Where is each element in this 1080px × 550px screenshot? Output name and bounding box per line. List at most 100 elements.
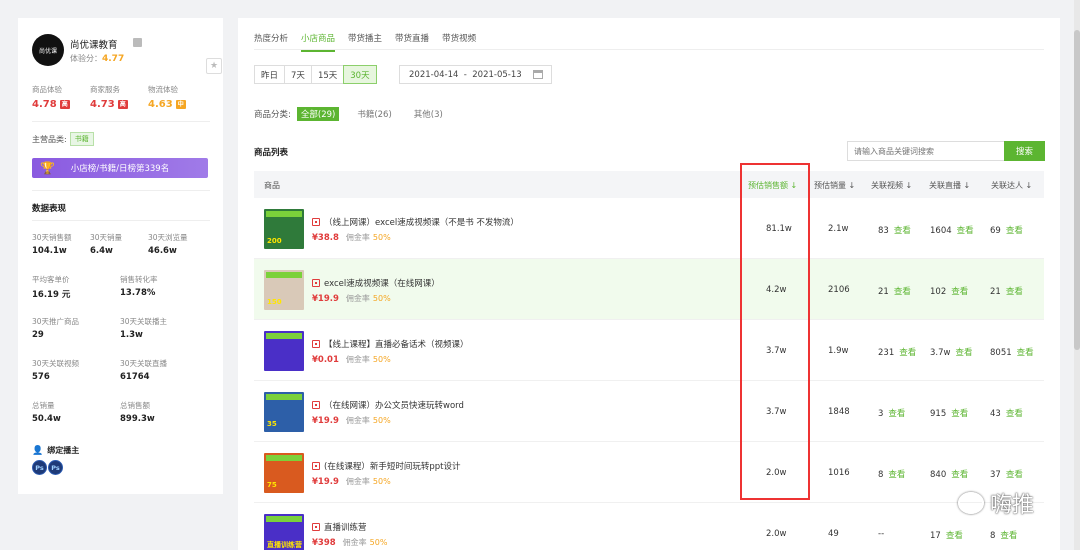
view-videos-link[interactable]: 查看: [894, 226, 911, 236]
date-range-picker[interactable]: 2021-04-14 - 2021-05-13: [399, 65, 552, 84]
exp-service: 商家服务 4.73 高: [90, 85, 128, 110]
videos-cell: 83 查看: [878, 226, 911, 236]
table-row[interactable]: 150 excel速成视频课（在线网课） ¥19.9 佣金率 50% 4.2w 2106 21…: [254, 259, 1044, 320]
view-lives-link[interactable]: 查看: [951, 287, 968, 297]
view-talents-link[interactable]: 查看: [1006, 409, 1023, 419]
user-icon: 👤: [32, 445, 44, 456]
stat-item: 30天销售额 104.1w: [32, 233, 72, 256]
product-thumbnail[interactable]: 150: [264, 270, 304, 310]
videos-cell: 3 查看: [878, 409, 906, 419]
product-thumbnail[interactable]: 直播训练营: [264, 514, 304, 550]
product-name[interactable]: excel速成视频课（在线网课）: [312, 277, 440, 289]
lives-cell: 840 查看: [930, 470, 969, 480]
product-thumbnail[interactable]: [264, 331, 304, 371]
product-name[interactable]: 【线上课程】直播必备话术（视频课）: [312, 338, 469, 350]
col-videos[interactable]: 关联视频 ↓: [871, 180, 912, 191]
date-15d-button[interactable]: 15天: [310, 65, 345, 84]
commission-rate: 50%: [372, 233, 391, 242]
scrollbar-thumb[interactable]: [1074, 30, 1080, 350]
view-videos-link[interactable]: 查看: [888, 470, 905, 480]
view-talents-link[interactable]: 查看: [1017, 348, 1034, 358]
view-videos-link[interactable]: 查看: [888, 409, 905, 419]
lives-cell: 1604 查看: [930, 226, 974, 236]
sales-cell: 2106: [828, 285, 850, 295]
favorite-star-icon[interactable]: ★: [206, 58, 222, 74]
view-talents-link[interactable]: 查看: [1006, 470, 1023, 480]
product-search-input[interactable]: [847, 141, 1005, 161]
product-table: 商品 预估销售额 ↓ 预估销量 ↓ 关联视频 ↓ 关联直播 ↓ 关联达人 ↓ 2…: [254, 171, 1044, 550]
table-row[interactable]: 200 （线上网课）excel速成视频课（不是书 不发物流） ¥38.8 佣金率 50%…: [254, 198, 1044, 259]
product-name[interactable]: （线上网课）excel速成视频课（不是书 不发物流）: [312, 216, 519, 228]
product-name[interactable]: （在线网课）办公文员快速玩转word: [312, 399, 464, 411]
category-all[interactable]: 全部(29): [296, 107, 340, 121]
videos-cell: --: [878, 529, 885, 539]
main-panel: 热度分析 小店商品 带货播主 带货直播 带货视频 昨日 7天 15天 30天 2…: [238, 18, 1060, 550]
sales-cell: 49: [828, 529, 839, 539]
talents-cell: 8051 查看: [990, 348, 1034, 358]
col-talents[interactable]: 关联达人 ↓: [991, 180, 1032, 191]
product-name[interactable]: 直播训练营: [312, 521, 367, 533]
shop-header: 尚优课 尚优课教育 体验分：4.77 ★: [32, 34, 222, 74]
view-lives-link[interactable]: 查看: [951, 409, 968, 419]
product-list-title: 商品列表: [254, 148, 289, 158]
shop-icon: [312, 279, 320, 287]
commission-rate: 50%: [369, 538, 388, 547]
product-price-line: ¥19.9 佣金率 50%: [312, 476, 391, 487]
rank-bar[interactable]: 🏆 小店榜/书籍/日榜第339名: [32, 158, 208, 178]
product-price-line: ¥398 佣金率 50%: [312, 537, 388, 548]
view-lives-link[interactable]: 查看: [955, 348, 972, 358]
view-talents-link[interactable]: 查看: [1006, 287, 1023, 297]
category-other[interactable]: 其他(3): [410, 107, 447, 121]
calendar-icon: [533, 70, 543, 79]
stat-item: 30天浏览量 46.6w: [148, 233, 188, 256]
bind-anchor-title: 👤 绑定播主: [32, 445, 80, 456]
view-videos-link[interactable]: 查看: [899, 348, 916, 358]
main-category: 主营品类: 书籍: [32, 132, 94, 146]
divider: [32, 190, 210, 191]
view-talents-link[interactable]: 查看: [1000, 531, 1017, 541]
sales-amount-cell: 2.0w: [766, 529, 787, 539]
table-row[interactable]: 75 (在线课程）新手短时间玩转ppt设计 ¥19.9 佣金率 50% 2.0w 1016 8…: [254, 442, 1044, 503]
table-row[interactable]: 35 （在线网课）办公文员快速玩转word ¥19.9 佣金率 50% 3.7w 1848 3…: [254, 381, 1044, 442]
table-row[interactable]: 直播训练营 直播训练营 ¥398 佣金率 50% 2.0w 49 -- 17 查看 8 查看: [254, 503, 1044, 550]
stat-item: 30天关联播主 1.3w: [120, 317, 168, 340]
view-lives-link[interactable]: 查看: [946, 531, 963, 541]
stat-item: 总销售额 899.3w: [120, 401, 155, 424]
score-value: 4.77: [102, 54, 125, 64]
date-yesterday-button[interactable]: 昨日: [254, 65, 286, 84]
videos-cell: 8 查看: [878, 470, 906, 480]
category-books[interactable]: 书籍(26): [353, 107, 395, 121]
view-lives-link[interactable]: 查看: [951, 470, 968, 480]
date-30d-button[interactable]: 30天: [343, 65, 377, 84]
commission-rate: 50%: [372, 416, 391, 425]
search-button[interactable]: 搜索: [1004, 141, 1045, 161]
shop-icon: [312, 523, 320, 531]
anchor-avatar[interactable]: Ps: [32, 460, 47, 475]
product-price-line: ¥19.9 佣金率 50%: [312, 415, 391, 426]
exp-product: 商品体验 4.78 高: [32, 85, 70, 110]
product-price-line: ¥19.9 佣金率 50%: [312, 293, 391, 304]
product-thumbnail[interactable]: 200: [264, 209, 304, 249]
score-line: 体验分：4.77: [70, 54, 125, 64]
product-name[interactable]: (在线课程）新手短时间玩转ppt设计: [312, 460, 460, 472]
shop-name: 尚优课教育: [70, 40, 118, 51]
divider: [32, 220, 210, 221]
shop-icon: [312, 462, 320, 470]
lives-cell: 3.7w 查看: [930, 348, 973, 358]
view-videos-link[interactable]: 查看: [894, 287, 911, 297]
category-filter: 商品分类: 全部(29) 书籍(26) 其他(3): [254, 107, 455, 121]
col-sales[interactable]: 预估销量 ↓: [814, 180, 855, 191]
product-thumbnail[interactable]: 75: [264, 453, 304, 493]
date-7d-button[interactable]: 7天: [284, 65, 312, 84]
product-price: ¥398: [312, 537, 336, 548]
view-talents-link[interactable]: 查看: [1006, 226, 1023, 236]
anchor-avatar[interactable]: Ps: [48, 460, 63, 475]
commission-rate: 50%: [372, 294, 391, 303]
data-section-title: 数据表现: [32, 204, 67, 214]
scrollbar[interactable]: [1074, 0, 1080, 550]
product-thumbnail[interactable]: 35: [264, 392, 304, 432]
view-lives-link[interactable]: 查看: [957, 226, 974, 236]
table-row[interactable]: 【线上课程】直播必备话术（视频课） ¥0.01 佣金率 50% 3.7w 1.9w 231 查…: [254, 320, 1044, 381]
col-lives[interactable]: 关联直播 ↓: [929, 180, 970, 191]
highlight-box: [740, 163, 810, 500]
